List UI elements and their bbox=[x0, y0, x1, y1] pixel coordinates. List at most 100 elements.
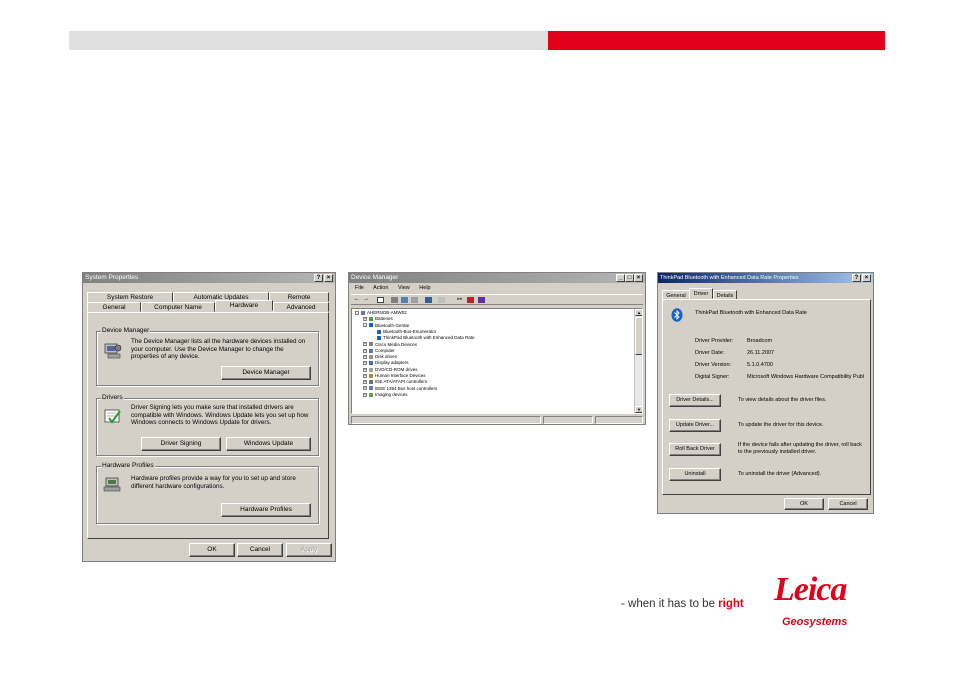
uninstall-description: To uninstall the driver (Advanced). bbox=[738, 471, 822, 477]
ok-button[interactable]: OK bbox=[189, 543, 235, 557]
digital-signer-value: Microsoft Windows Hardware Compatibility… bbox=[747, 374, 865, 380]
driver-version-label: Driver Version: bbox=[695, 362, 732, 368]
driver-tab-panel: ThinkPad Bluetooth with Enhanced Data Ra… bbox=[662, 299, 871, 495]
windows-update-button[interactable]: Windows Update bbox=[226, 437, 311, 451]
tab-remote[interactable]: Remote bbox=[269, 292, 329, 302]
hardware-profiles-group-label: Hardware Profiles bbox=[101, 462, 155, 469]
tab-advanced[interactable]: Advanced bbox=[273, 302, 329, 312]
drivers-description: Driver Signing lets you make sure that i… bbox=[131, 404, 309, 426]
tree-item-label: IDE ATA/ATAPI controllers bbox=[375, 379, 428, 385]
help-button[interactable]: ? bbox=[852, 274, 861, 282]
tree-item-label: IEEE 1394 Bus host controllers bbox=[375, 385, 438, 391]
driver-signing-button[interactable]: Driver Signing bbox=[141, 437, 221, 451]
collapse-icon[interactable]: - bbox=[363, 323, 367, 328]
tree-item[interactable]: + IDE ATA/ATAPI controllers bbox=[363, 379, 427, 384]
properties-icon[interactable] bbox=[377, 297, 384, 303]
expand-icon[interactable]: + bbox=[363, 361, 367, 366]
tree-item[interactable]: ThinkPad Bluetooth with Enhanced Data Ra… bbox=[371, 335, 475, 340]
tree-item[interactable]: + IEEE 1394 Bus host controllers bbox=[363, 386, 437, 391]
device-icon bbox=[377, 336, 381, 340]
uninstall-button[interactable]: Uninstall bbox=[669, 468, 721, 481]
cancel-button[interactable]: Cancel bbox=[237, 543, 283, 557]
driver-details-description: To view details about the driver files. bbox=[738, 397, 827, 403]
help-button[interactable]: ? bbox=[314, 274, 323, 282]
expand-icon[interactable]: + bbox=[363, 367, 367, 372]
expand-icon[interactable]: + bbox=[363, 380, 367, 385]
apply-button: Apply bbox=[286, 543, 332, 557]
maximize-button[interactable]: □ bbox=[625, 274, 634, 282]
expand-icon[interactable]: + bbox=[363, 342, 367, 347]
expand-icon[interactable]: + bbox=[363, 317, 367, 322]
tree-item[interactable]: - Bluetooth-Geräte bbox=[363, 323, 409, 328]
collapse-icon[interactable]: - bbox=[355, 310, 359, 315]
expand-icon[interactable]: + bbox=[363, 386, 367, 391]
update-driver-icon[interactable] bbox=[438, 297, 445, 303]
menu-view[interactable]: View bbox=[398, 285, 410, 291]
expand-icon[interactable]: + bbox=[363, 348, 367, 353]
expand-icon[interactable]: + bbox=[363, 354, 367, 359]
tree-item[interactable]: Bluetooth-Bus-Enumerator bbox=[371, 329, 436, 334]
menu-action[interactable]: Action bbox=[373, 285, 388, 291]
tree-item[interactable]: + Batteries bbox=[363, 316, 393, 321]
tab-general[interactable]: General bbox=[87, 302, 141, 312]
menu-file[interactable]: File bbox=[355, 285, 364, 291]
vertical-scrollbar[interactable]: ▲ ▼ bbox=[634, 309, 642, 413]
tree-item[interactable]: + DVD/CD-ROM drives bbox=[363, 367, 418, 372]
tree-item[interactable]: + Human Interface Devices bbox=[363, 373, 426, 378]
tree-item-label: Human Interface Devices bbox=[375, 373, 426, 378]
menu-help[interactable]: Help bbox=[419, 285, 430, 291]
tab-driver[interactable]: Driver bbox=[689, 288, 713, 299]
device-manager-button[interactable]: Device Manager bbox=[221, 366, 311, 380]
tree-item[interactable]: - AHERNOB-AMW02 bbox=[355, 310, 407, 315]
driver-signing-icon bbox=[104, 409, 121, 424]
tagline-emphasis: right bbox=[718, 598, 744, 610]
tree-item[interactable]: + Cisco Media Devices bbox=[363, 342, 417, 347]
drivers-group: Drivers Driver Signing lets you make sur… bbox=[96, 394, 319, 456]
back-icon[interactable]: ← bbox=[354, 296, 360, 302]
tree-item-label: Bluetooth-Bus-Enumerator bbox=[383, 328, 437, 334]
close-button[interactable]: × bbox=[324, 274, 333, 282]
tab-computer-name[interactable]: Computer Name bbox=[141, 302, 215, 312]
network-icon[interactable]: ⚯ bbox=[457, 296, 462, 303]
device-icon bbox=[369, 367, 373, 372]
hardware-profiles-button[interactable]: Hardware Profiles bbox=[221, 503, 311, 517]
leica-logo: Leica Geosystems bbox=[774, 572, 864, 632]
tab-system-restore[interactable]: System Restore bbox=[87, 292, 173, 302]
bluetooth-properties-titlebar: ThinkPad Bluetooth with Enhanced Data Ra… bbox=[658, 273, 873, 283]
drivers-group-label: Drivers bbox=[101, 394, 124, 401]
driver-info-values: Broadcom 26.11.2007 5.1.0.4700 Microsoft… bbox=[747, 335, 864, 383]
tree-item[interactable]: + Computer bbox=[363, 348, 395, 353]
tree-item[interactable]: + Imaging devices bbox=[363, 392, 408, 397]
driver-provider-label: Driver Provider: bbox=[695, 338, 734, 344]
forward-icon[interactable]: → bbox=[363, 296, 369, 302]
update-driver-button[interactable]: Update Driver... bbox=[669, 419, 721, 432]
device-manager-icon bbox=[104, 343, 122, 359]
roll-back-driver-description: If the device fails after updating the d… bbox=[738, 442, 862, 455]
print-icon[interactable] bbox=[391, 297, 398, 303]
device-icon bbox=[369, 323, 373, 328]
minimize-button[interactable]: _ bbox=[616, 274, 625, 282]
tree-item-label: Cisco Media Devices bbox=[375, 341, 418, 347]
disable-icon[interactable] bbox=[478, 297, 485, 303]
uninstall-icon[interactable] bbox=[467, 297, 474, 303]
toolbar: ← → ⚯ bbox=[351, 294, 643, 305]
scan-icon[interactable] bbox=[425, 297, 432, 303]
help-icon[interactable] bbox=[401, 297, 408, 303]
driver-date-value: 26.11.2007 bbox=[747, 350, 775, 356]
expand-icon[interactable]: + bbox=[363, 392, 367, 397]
ok-button[interactable]: OK bbox=[784, 498, 824, 510]
driver-version-value: 5.1.0.4700 bbox=[747, 362, 773, 368]
close-button[interactable]: × bbox=[634, 274, 643, 282]
header-bar-red bbox=[548, 31, 885, 50]
tree-item-label: ThinkPad Bluetooth with Enhanced Data Ra… bbox=[383, 335, 475, 341]
tab-hardware[interactable]: Hardware bbox=[215, 300, 273, 311]
roll-back-driver-button[interactable]: Roll Back Driver bbox=[669, 443, 721, 456]
tree-item[interactable]: + Display adapters bbox=[363, 360, 409, 365]
view-icon[interactable] bbox=[411, 297, 418, 303]
cancel-button[interactable]: Cancel bbox=[828, 498, 868, 510]
tree-item[interactable]: + Disk drives bbox=[363, 354, 397, 359]
driver-details-button[interactable]: Driver Details... bbox=[669, 394, 721, 407]
expand-icon[interactable]: + bbox=[363, 373, 367, 378]
close-button[interactable]: × bbox=[862, 274, 871, 282]
tagline-prefix: - when it has to be bbox=[621, 598, 719, 610]
